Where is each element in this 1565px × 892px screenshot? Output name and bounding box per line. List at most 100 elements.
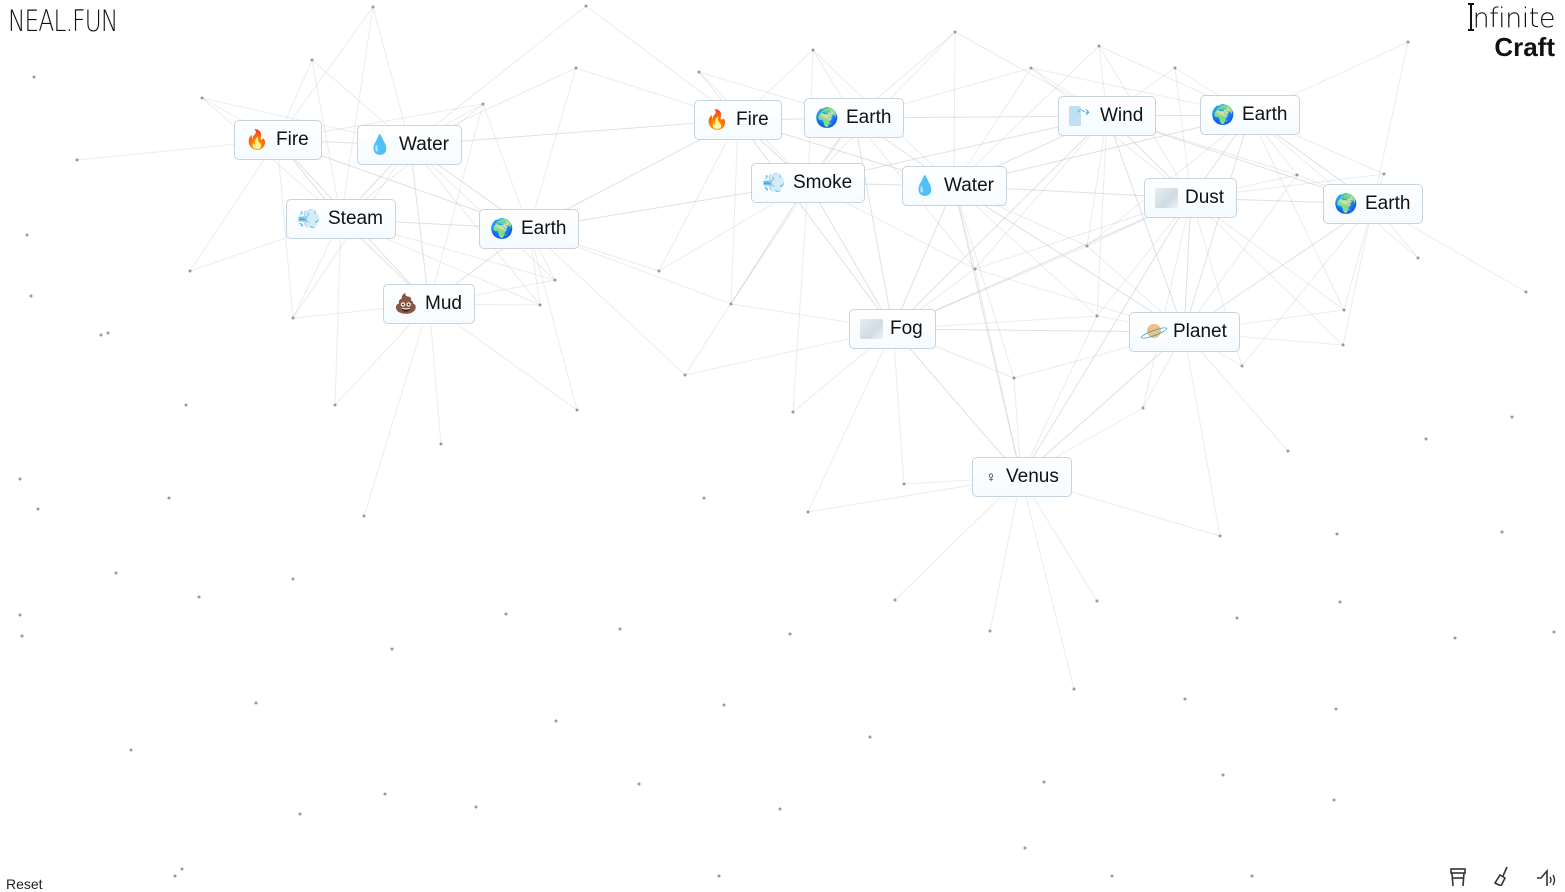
star-dot xyxy=(1240,364,1244,368)
item-label: Water xyxy=(399,134,449,155)
item-venus[interactable]: ♀ Venus xyxy=(972,457,1072,497)
star-dot xyxy=(697,70,701,74)
star-dot xyxy=(729,302,733,306)
star-dot xyxy=(32,75,36,79)
item-label: Steam xyxy=(328,208,383,229)
item-label: Fire xyxy=(276,129,309,150)
item-wind[interactable]: Wind xyxy=(1058,96,1157,136)
connection-line xyxy=(528,228,578,411)
star-dot xyxy=(291,577,295,581)
item-label: Water xyxy=(944,175,994,196)
connection-line xyxy=(892,328,1022,478)
neal-fun-logo[interactable]: NEAL.FUN xyxy=(8,4,118,38)
star-dot xyxy=(390,647,394,651)
star-dot xyxy=(1332,798,1336,802)
connection-line xyxy=(807,328,894,513)
reset-button[interactable]: Reset xyxy=(6,876,43,892)
star-dot xyxy=(538,303,542,307)
star-dot xyxy=(1416,256,1420,260)
item-label: Earth xyxy=(1242,104,1288,125)
infinite-craft-title: nfinite Craft xyxy=(1467,3,1556,62)
sound-icon[interactable] xyxy=(1535,866,1557,888)
star-dot xyxy=(806,510,810,514)
star-dot xyxy=(173,874,177,878)
connection-line xyxy=(1142,197,1192,409)
connection-line xyxy=(1106,115,1185,333)
star-dot xyxy=(575,408,579,412)
star-dot xyxy=(717,874,721,878)
star-dot xyxy=(1335,532,1339,536)
star-dot xyxy=(778,807,782,811)
connection-line xyxy=(1183,331,1221,537)
star-dot xyxy=(811,48,815,52)
item-label: Fog xyxy=(890,318,923,339)
star-dot xyxy=(188,269,192,273)
star-dot xyxy=(18,613,22,617)
item-earth[interactable]: 🌍 Earth xyxy=(479,209,580,249)
earth-globe-icon: 🌍 xyxy=(815,108,839,129)
star-dot xyxy=(1500,530,1504,534)
star-dot xyxy=(1072,687,1076,691)
star-dot xyxy=(291,316,295,320)
wind-icon xyxy=(1069,103,1093,126)
star-dot xyxy=(553,278,557,282)
connection-line xyxy=(334,218,342,406)
star-dot xyxy=(1334,707,1338,711)
star-dot xyxy=(788,632,792,636)
broom-clear-icon[interactable] xyxy=(1491,866,1513,888)
item-fire[interactable]: 🔥 Fire xyxy=(234,120,322,160)
star-dot xyxy=(1221,773,1225,777)
star-dot xyxy=(1095,599,1099,603)
planet-icon xyxy=(1140,324,1166,340)
star-dot xyxy=(1406,40,1410,44)
item-earth[interactable]: 🌍 Earth xyxy=(804,98,905,138)
venus-symbol-icon: ♀ xyxy=(985,468,997,486)
star-dot xyxy=(75,158,79,162)
connection-line xyxy=(892,115,1108,330)
star-dot xyxy=(574,66,578,70)
connection-line xyxy=(730,119,739,305)
item-label: Earth xyxy=(846,107,892,128)
star-dot xyxy=(1141,406,1145,410)
item-earth[interactable]: 🌍 Earth xyxy=(1200,95,1301,135)
star-dot xyxy=(1552,630,1556,634)
item-fire[interactable]: 🔥 Fire xyxy=(694,100,782,140)
connection-line xyxy=(974,268,1022,478)
fire-icon: 🔥 xyxy=(245,130,269,151)
connection-line xyxy=(658,119,739,272)
star-dot xyxy=(722,703,726,707)
connection-line xyxy=(1372,41,1409,205)
title-line-2: Craft xyxy=(1494,32,1555,62)
connection-line xyxy=(363,303,430,517)
star-dot xyxy=(481,102,485,106)
star-dot xyxy=(106,331,110,335)
item-smoke[interactable]: 💨 Smoke xyxy=(751,163,866,203)
connection-line xyxy=(892,328,905,485)
star-dot xyxy=(953,30,957,34)
star-dot xyxy=(893,598,897,602)
item-steam[interactable]: 💨 Steam xyxy=(286,199,396,239)
item-planet[interactable]: Planet xyxy=(1129,312,1240,352)
star-dot xyxy=(1524,290,1528,294)
steam-icon: 💨 xyxy=(297,209,321,230)
connection-line xyxy=(953,185,1015,379)
item-dust[interactable]: Dust xyxy=(1144,178,1238,218)
star-dot xyxy=(1382,172,1386,176)
item-label: Earth xyxy=(521,218,567,239)
star-dot xyxy=(1235,616,1239,620)
item-fog[interactable]: Fog xyxy=(849,309,936,349)
star-dot xyxy=(371,5,375,9)
star-dot xyxy=(1453,636,1457,640)
item-earth[interactable]: 🌍 Earth xyxy=(1323,184,1424,224)
star-dot xyxy=(20,634,24,638)
star-dot xyxy=(474,805,478,809)
item-mud[interactable]: 💩 Mud xyxy=(383,284,475,324)
item-water[interactable]: 💧 Water xyxy=(357,125,462,165)
fog-cloud-icon xyxy=(860,319,883,339)
star-dot xyxy=(180,867,184,871)
star-dot xyxy=(1342,308,1346,312)
coffee-cup-icon[interactable] xyxy=(1447,866,1469,888)
item-water[interactable]: 💧 Water xyxy=(902,166,1007,206)
earth-globe-icon: 🌍 xyxy=(1211,105,1235,126)
item-label: Earth xyxy=(1365,193,1411,214)
